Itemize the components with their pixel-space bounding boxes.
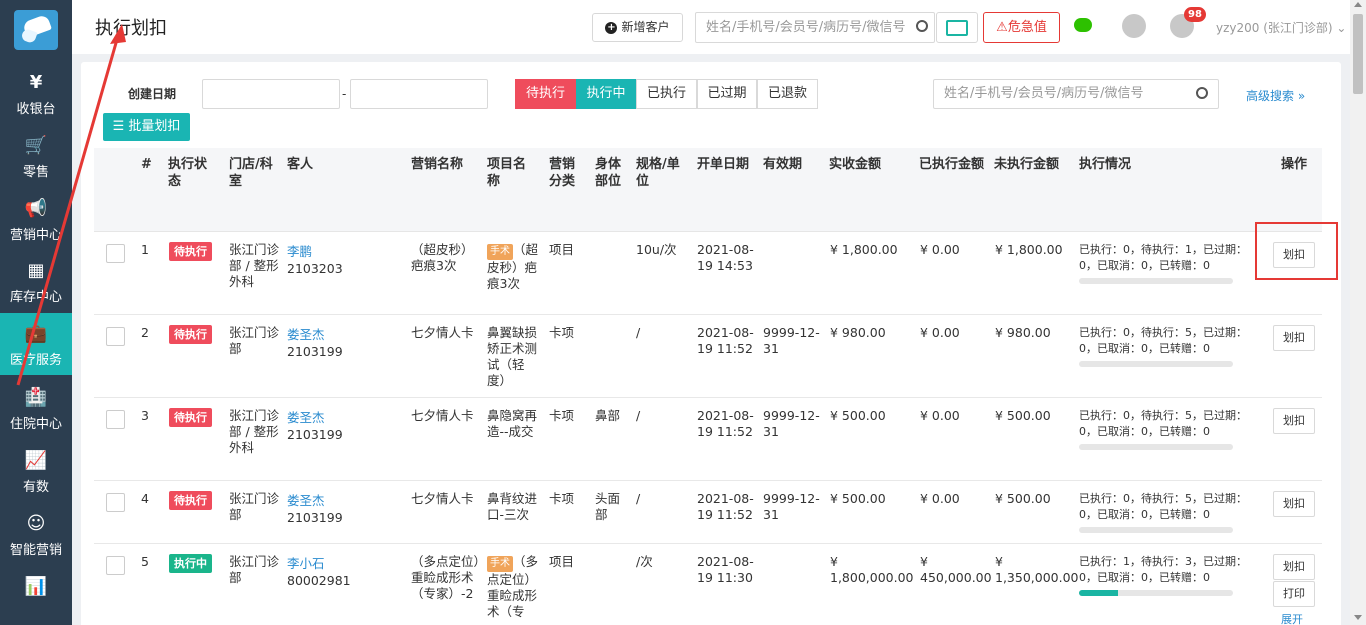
annotation-arrow — [16, 24, 126, 386]
